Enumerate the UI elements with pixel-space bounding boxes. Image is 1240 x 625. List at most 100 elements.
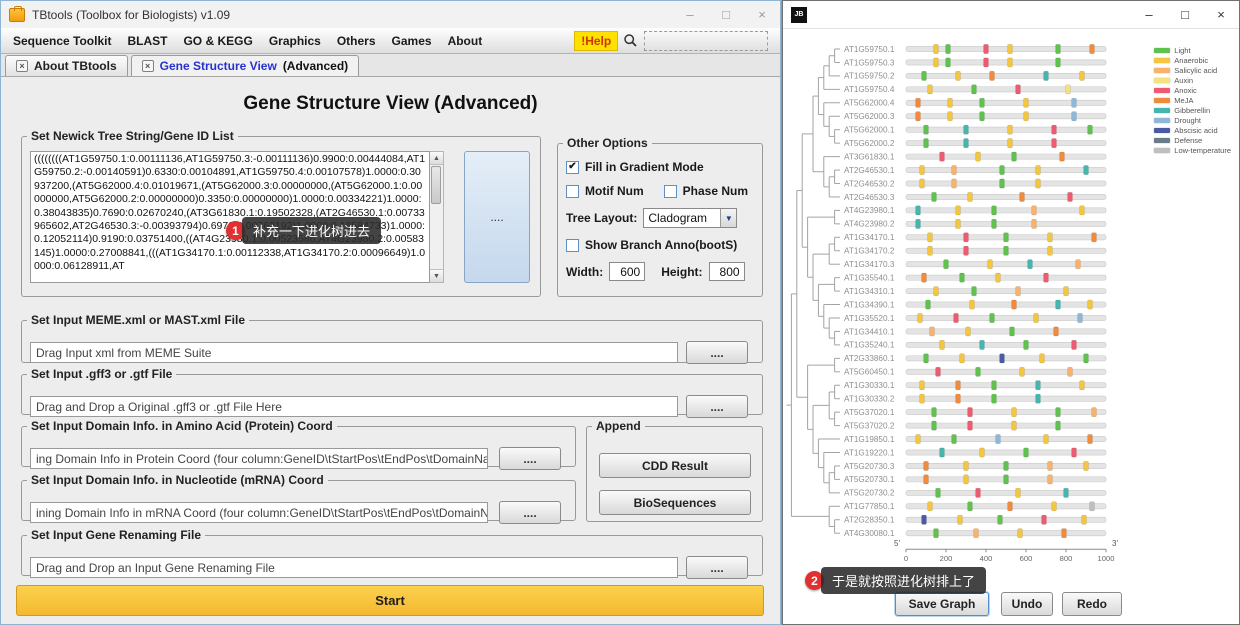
save-graph-button[interactable]: Save Graph xyxy=(895,592,989,616)
maximize-icon[interactable]: □ xyxy=(1167,1,1203,28)
tab-close-icon[interactable]: × xyxy=(16,60,28,72)
close-icon[interactable]: × xyxy=(744,1,780,28)
start-button[interactable]: Start xyxy=(16,585,764,616)
tab-about-tbtools[interactable]: × About TBtools xyxy=(5,55,128,76)
rename-group: Set Input Gene Renaming File Drag and Dr… xyxy=(21,528,763,576)
svg-text:AT5G62000.2: AT5G62000.2 xyxy=(844,139,895,148)
svg-text:AT1G30330.2: AT1G30330.2 xyxy=(844,395,895,404)
scroll-down-icon[interactable]: ▼ xyxy=(430,269,443,282)
svg-text:800: 800 xyxy=(1060,554,1073,563)
close-icon[interactable]: × xyxy=(1203,1,1239,28)
legend-item-lowtemp: Low-temperature xyxy=(1154,145,1231,155)
menubar: Sequence ToolkitBLASTGO & KEGGGraphicsOt… xyxy=(1,28,780,54)
svg-text:AT1G34170.2: AT1G34170.2 xyxy=(844,247,895,256)
height-input[interactable]: 800 xyxy=(709,262,745,281)
menu-item-about[interactable]: About xyxy=(440,30,491,52)
minimize-icon[interactable]: – xyxy=(1131,1,1167,28)
mrna-browse-button[interactable]: .... xyxy=(499,501,561,524)
menu-item-graphics[interactable]: Graphics xyxy=(261,30,329,52)
svg-text:3': 3' xyxy=(1112,539,1118,548)
svg-text:AT1G35540.1: AT1G35540.1 xyxy=(844,273,895,282)
minimize-icon[interactable]: – xyxy=(672,1,708,28)
legend-label: Abscisic acid xyxy=(1174,126,1217,135)
legend-swatch-anaerobic xyxy=(1154,58,1170,63)
mrna-domain-group: Set Input Domain Info. in Nucleotide (mR… xyxy=(21,473,576,521)
protein-domain-group-title: Set Input Domain Info. in Amino Acid (Pr… xyxy=(27,419,337,433)
cdd-result-button[interactable]: CDD Result xyxy=(599,453,751,478)
menu-item-blast[interactable]: BLAST xyxy=(119,30,175,52)
protein-browse-button[interactable]: .... xyxy=(499,447,561,470)
svg-text:AT1G77850.1: AT1G77850.1 xyxy=(844,502,895,511)
maximize-icon[interactable]: □ xyxy=(708,1,744,28)
legend-item-gibberellin: Gibberellin xyxy=(1154,105,1231,115)
mrna-domain-input[interactable]: ining Domain Info in mRNA Coord (four co… xyxy=(30,502,488,523)
scroll-thumb[interactable] xyxy=(431,166,441,204)
legend-swatch-drought xyxy=(1154,118,1170,123)
legend-swatch-gibberellin xyxy=(1154,108,1170,113)
viewer-titlebar[interactable]: JB – □ × xyxy=(783,1,1239,29)
legend-swatch-anoxic xyxy=(1154,88,1170,93)
meme-browse-button[interactable]: .... xyxy=(686,341,748,364)
legend-swatch-defense xyxy=(1154,138,1170,143)
svg-text:AT5G20730.2: AT5G20730.2 xyxy=(844,489,895,498)
tab-label: About TBtools xyxy=(34,59,117,73)
desktop: TBtools (Toolbox for Biologists) v1.09 –… xyxy=(0,0,1240,625)
motif-num-checkbox[interactable] xyxy=(566,185,579,198)
search-icon[interactable] xyxy=(623,33,638,48)
gene-rows: AT1G59750.1AT1G59750.3AT1G59750.2AT1G597… xyxy=(844,44,1106,538)
menu-item-sequence-toolkit[interactable]: Sequence Toolkit xyxy=(5,30,119,52)
menu-item-go-kegg[interactable]: GO & KEGG xyxy=(175,30,260,52)
gff-file-input[interactable]: Drag and Drop a Original .gff3 or .gtf F… xyxy=(30,396,678,417)
titlebar[interactable]: TBtools (Toolbox for Biologists) v1.09 –… xyxy=(1,1,780,28)
fill-gradient-checkbox[interactable] xyxy=(566,161,579,174)
scroll-up-icon[interactable]: ▲ xyxy=(430,152,443,165)
undo-button[interactable]: Undo xyxy=(1001,592,1053,616)
rename-browse-button[interactable]: .... xyxy=(686,556,748,579)
tabbar: × About TBtools × Gene Structure View (A… xyxy=(1,54,780,77)
chevron-down-icon[interactable]: ▼ xyxy=(720,209,736,227)
search-drop-area[interactable] xyxy=(644,31,768,51)
legend-item-auxin: Auxin xyxy=(1154,75,1231,85)
tab-gene-structure-view[interactable]: × Gene Structure View (Advanced) xyxy=(131,55,360,76)
tree-layout-select[interactable]: Cladogram ▼ xyxy=(643,208,737,228)
svg-text:AT1G34410.1: AT1G34410.1 xyxy=(844,327,895,336)
svg-text:AT1G34390.1: AT1G34390.1 xyxy=(844,300,895,309)
newick-browse-button[interactable]: .... xyxy=(464,151,530,283)
tree-layout-label: Tree Layout: xyxy=(566,211,637,225)
svg-text:AT5G20730.1: AT5G20730.1 xyxy=(844,475,895,484)
protein-domain-input[interactable]: ing Domain Info in Protein Coord (four c… xyxy=(30,448,488,469)
svg-text:AT4G23980.1: AT4G23980.1 xyxy=(844,206,895,215)
svg-text:AT4G30080.1: AT4G30080.1 xyxy=(844,529,895,538)
phylo-tree xyxy=(786,49,840,533)
meme-file-input[interactable]: Drag Input xml from MEME Suite xyxy=(30,342,678,363)
menu-item-games[interactable]: Games xyxy=(384,30,440,52)
mrna-domain-group-title: Set Input Domain Info. in Nucleotide (mR… xyxy=(27,473,328,487)
tab-close-icon[interactable]: × xyxy=(142,60,154,72)
width-input[interactable]: 600 xyxy=(609,262,645,281)
legend-label: Salicylic acid xyxy=(1174,66,1217,75)
legend-label: Anaerobic xyxy=(1174,56,1208,65)
other-options-title: Other Options xyxy=(563,136,652,150)
rename-file-input[interactable]: Drag and Drop an Input Gene Renaming Fil… xyxy=(30,557,678,578)
biosequences-button[interactable]: BioSequences xyxy=(599,490,751,515)
show-branch-anno-checkbox[interactable] xyxy=(566,239,579,252)
cis-element-legend: LightAnaerobicSalicylic acidAuxinAnoxicM… xyxy=(1154,45,1231,155)
help-button[interactable]: !Help xyxy=(574,31,618,51)
legend-swatch-meja xyxy=(1154,98,1170,103)
legend-item-drought: Drought xyxy=(1154,115,1231,125)
legend-item-defense: Defense xyxy=(1154,135,1231,145)
svg-text:AT5G62000.4: AT5G62000.4 xyxy=(844,99,895,108)
gff-group: Set Input .gff3 or .gtf File Drag and Dr… xyxy=(21,367,763,415)
legend-swatch-salicylic xyxy=(1154,68,1170,73)
svg-text:0: 0 xyxy=(904,554,908,563)
gff-browse-button[interactable]: .... xyxy=(686,395,748,418)
phase-num-checkbox[interactable] xyxy=(664,185,677,198)
menu-item-others[interactable]: Others xyxy=(329,30,384,52)
append-group: Append CDD Result BioSequences xyxy=(586,419,763,522)
height-label: Height: xyxy=(661,265,702,279)
tab-label-suffix: (Advanced) xyxy=(283,59,348,73)
newick-scrollbar[interactable]: ▲ ▼ xyxy=(430,151,444,283)
redo-button[interactable]: Redo xyxy=(1062,592,1122,616)
svg-text:AT1G59750.4: AT1G59750.4 xyxy=(844,85,895,94)
legend-label: Drought xyxy=(1174,116,1201,125)
